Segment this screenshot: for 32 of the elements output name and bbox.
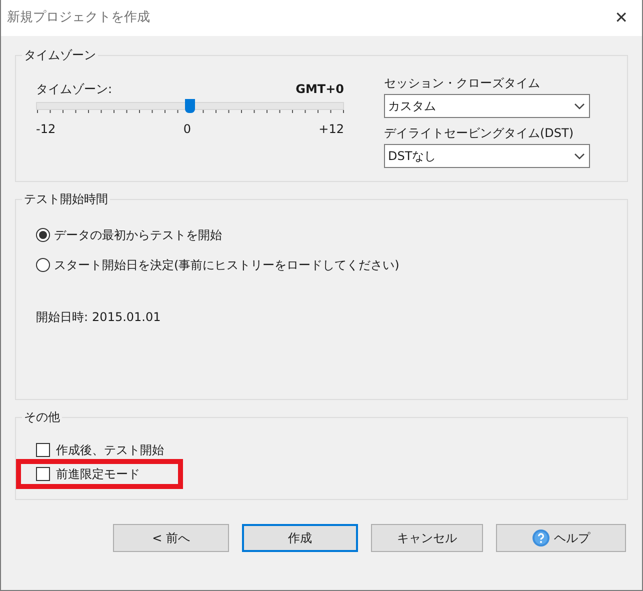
radio-button[interactable] [36,228,50,242]
radio-label: スタート開始日を決定(事前にヒストリーをロードしてください) [54,257,400,274]
scale-label: +12 [318,121,344,138]
dialog-button[interactable]: < 前へ [113,524,229,552]
dropdown[interactable]: DSTなし [384,144,590,168]
slider-thumb[interactable] [185,99,195,113]
radio-label: データの最初からテストを開始 [54,227,222,244]
chevron-icon [574,102,585,110]
slider-reading: GMT+0 [296,81,344,98]
start-date-value: 2015.01.01 [92,309,161,326]
slider-label: タイムゾーン: [36,81,112,98]
checkbox-label: 前進限定モード [56,466,140,483]
checkbox[interactable] [36,467,50,481]
help-icon [532,529,550,547]
close-button[interactable]: ✕ [614,6,628,30]
scale-label: 0 [183,121,191,138]
scale-label: -12 [36,121,56,138]
group-title: タイムゾーン [23,47,97,64]
checkbox[interactable] [36,443,50,457]
checkbox-label: 作成後、テスト開始 [56,442,164,459]
group-title: テスト開始時間 [23,191,109,208]
dropdown-label: セッション・クローズタイム [384,75,541,92]
start-date-label: 開始日時: [36,309,88,326]
dialog-button[interactable]: ヘルプ [496,524,626,552]
radio-button[interactable] [36,258,50,272]
chevron-icon [574,152,585,160]
dropdown-label: デイライトセービングタイム(DST) [384,125,575,142]
dialog-button[interactable]: キャンセル [371,524,483,552]
group-title: その他 [23,409,61,426]
dropdown[interactable]: カスタム [384,94,590,118]
dialog-button[interactable]: 作成 [242,524,358,552]
window-title: 新規プロジェクトを作成 [7,9,150,28]
